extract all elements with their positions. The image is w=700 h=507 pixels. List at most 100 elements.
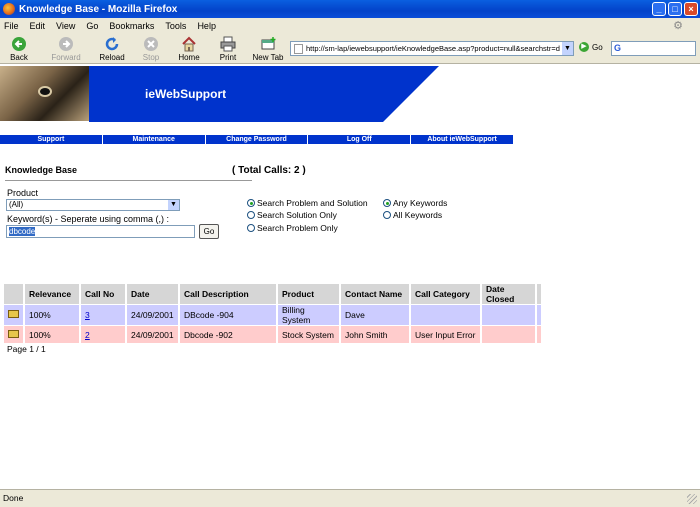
product-label: Product [7, 188, 39, 198]
go-arrow-icon: ▶ [579, 42, 589, 52]
radio-label: Search Problem and Solution [257, 198, 368, 208]
menu-go[interactable]: Go [86, 21, 98, 31]
stop-icon [144, 37, 158, 51]
home-icon [182, 36, 196, 52]
new-tab-icon [261, 37, 276, 50]
call-link[interactable]: 2 [85, 330, 90, 340]
col-header-date[interactable]: Date [126, 284, 180, 305]
col-header-relevance[interactable]: Relevance [24, 284, 81, 305]
col-header-product[interactable]: Product [277, 284, 341, 305]
menu-tools[interactable]: Tools [165, 21, 186, 31]
resize-grip-icon[interactable] [687, 494, 697, 504]
stop-button[interactable]: Stop [140, 36, 162, 62]
col-header-call-no[interactable]: Call No [80, 284, 127, 305]
chevron-down-icon: ▼ [168, 200, 179, 210]
back-button[interactable]: Back [6, 36, 32, 62]
menu-file[interactable]: File [4, 21, 19, 31]
table-row: 100% 2 24/09/2001 Dbcode -902 Stock Syst… [4, 325, 543, 344]
cell-category [410, 304, 482, 326]
forward-button[interactable]: Forward [50, 36, 82, 62]
google-logo-icon: G [614, 43, 622, 53]
nav-maintenance[interactable]: Maintenance [103, 135, 206, 144]
radio-label: All Keywords [393, 210, 443, 220]
keyword-input[interactable]: dbcode [6, 225, 195, 238]
col-header-description[interactable]: Call Description [179, 284, 278, 305]
radio-search-problem-only[interactable]: Search Problem Only [247, 223, 338, 233]
go-button[interactable]: ▶ Go [579, 42, 603, 52]
close-button[interactable]: × [684, 2, 698, 16]
cell-date-closed [481, 304, 537, 326]
home-button[interactable]: Home [178, 36, 200, 62]
reload-button[interactable]: Reload [98, 36, 126, 62]
radio-any-keywords[interactable]: Any Keywords [383, 198, 447, 208]
col-header-icon [4, 284, 25, 305]
radio-label: Search Problem Only [257, 223, 338, 233]
window-title: Knowledge Base - Mozilla Firefox [19, 3, 178, 15]
table-header-row: Relevance Call No Date Call Description … [4, 284, 543, 305]
cell-call-no: 2 [80, 325, 127, 344]
print-label: Print [219, 53, 237, 62]
menu-bookmarks[interactable]: Bookmarks [109, 21, 154, 31]
open-folder-icon[interactable] [4, 325, 25, 344]
reload-label: Reload [99, 53, 125, 62]
url-dropdown-icon[interactable]: ▼ [562, 42, 573, 55]
open-folder-icon[interactable] [4, 304, 25, 326]
product-select[interactable]: (All) ▼ [6, 199, 180, 211]
site-banner: ieWebSupport [0, 66, 700, 122]
minimize-button[interactable]: _ [652, 2, 666, 16]
go-label: Go [592, 42, 603, 52]
cell-date: 24/09/2001 [126, 304, 180, 326]
keyword-input-value: dbcode [9, 227, 36, 236]
forward-label: Forward [51, 53, 81, 62]
cell-contact: John Smith [340, 325, 411, 344]
call-link[interactable]: 3 [85, 310, 90, 320]
stop-label: Stop [142, 53, 160, 62]
banner-blue-shape [89, 66, 439, 122]
cell-relevance: 100% [24, 325, 81, 344]
nav-log-off[interactable]: Log Off [308, 135, 412, 144]
banner-photo [0, 66, 89, 121]
nav-about[interactable]: About ieWebSupport [411, 135, 513, 144]
pager-text: Page 1 / 1 [7, 344, 46, 354]
forward-arrow-icon [59, 37, 73, 51]
new-tab-button[interactable]: New Tab [252, 36, 284, 62]
cell-date: 24/09/2001 [126, 325, 180, 344]
cell-product: Stock System [277, 325, 341, 344]
url-text: http://sm-lap/iewebsupport/ieKnowledgeBa… [306, 44, 560, 53]
cell-description: DBcode -904 [179, 304, 278, 326]
col-header-contact[interactable]: Contact Name [340, 284, 411, 305]
radio-unchecked-icon [247, 224, 255, 232]
nav-support[interactable]: Support [0, 135, 103, 144]
radio-all-keywords[interactable]: All Keywords [383, 210, 442, 220]
main-nav: Support Maintenance Change Password Log … [0, 135, 513, 144]
maximize-button[interactable]: □ [668, 2, 682, 16]
keyword-label: Keyword(s) - Seperate using comma (,) : [7, 214, 170, 224]
col-header-end [536, 284, 543, 305]
col-header-category[interactable]: Call Category [410, 284, 482, 305]
url-bar[interactable]: http://sm-lap/iewebsupport/ieKnowledgeBa… [290, 41, 574, 56]
new-tab-label: New Tab [252, 53, 284, 62]
banner-title: ieWebSupport [145, 87, 227, 101]
search-go-button[interactable]: Go [199, 224, 219, 239]
cell-relevance: 100% [24, 304, 81, 326]
firefox-icon [3, 3, 15, 15]
radio-unchecked-icon [383, 211, 391, 219]
radio-search-solution-only[interactable]: Search Solution Only [247, 210, 337, 220]
search-box[interactable]: G [611, 41, 696, 56]
radio-search-problem-solution[interactable]: Search Problem and Solution [247, 198, 368, 208]
throbber-icon: ⚙ [673, 20, 683, 32]
radio-unchecked-icon [247, 211, 255, 219]
nav-change-password[interactable]: Change Password [206, 135, 309, 144]
radio-label: Search Solution Only [257, 210, 337, 220]
col-header-date-closed[interactable]: Date Closed [481, 284, 537, 305]
menu-bar: File Edit View Go Bookmarks Tools Help ⚙ [0, 18, 700, 34]
results-table: Relevance Call No Date Call Description … [4, 284, 543, 344]
cell-contact: Dave [340, 304, 411, 326]
menu-edit[interactable]: Edit [30, 21, 46, 31]
cell-category: User Input Error [410, 325, 482, 344]
cell-end [536, 325, 543, 344]
print-button[interactable]: Print [218, 36, 238, 62]
menu-view[interactable]: View [56, 21, 75, 31]
title-divider [5, 180, 252, 181]
menu-help[interactable]: Help [197, 21, 216, 31]
